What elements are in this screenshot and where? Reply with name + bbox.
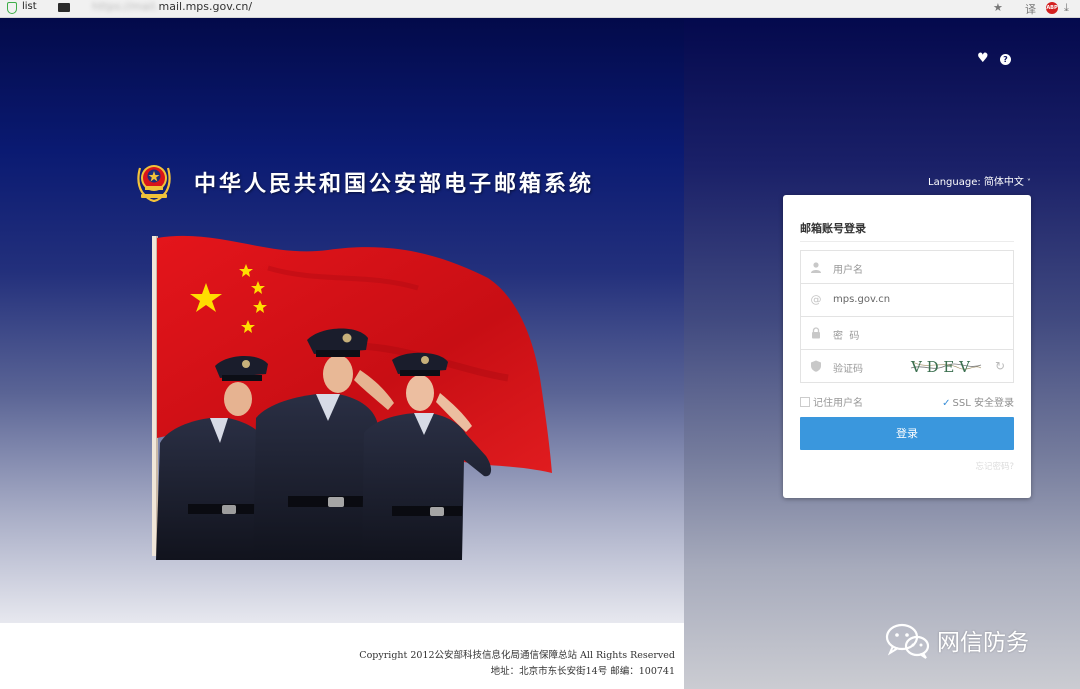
wechat-icon <box>885 623 930 659</box>
chevron-down-icon: ˅ <box>1026 178 1031 187</box>
page-footer: Copyright 2012公安部科技信息化局通信保障总站 All Rights… <box>0 623 684 689</box>
language-value: 简体中文 <box>983 177 1024 188</box>
address-bar[interactable]: https://mail.mail.mps.gov.cn/ <box>92 0 252 13</box>
password-placeholder: 密 码 <box>833 331 860 342</box>
watermark-text: 网信防务 <box>937 630 1029 656</box>
captcha-image[interactable]: V D E V <box>909 354 983 378</box>
login-card: 邮箱账号登录 用户名 @ mps.gov.cn 密 码 验证码 V D E V … <box>783 195 1031 498</box>
check-icon: ✓ <box>942 398 951 409</box>
lock-icon <box>812 327 820 339</box>
username-input[interactable]: 用户名 <box>800 250 1014 284</box>
login-button[interactable]: 登录 <box>800 417 1014 450</box>
site-title: 中华人民共和国公安部电子邮箱系统 <box>194 172 595 197</box>
hero-flag-officers-image <box>152 235 552 560</box>
adblock-icon[interactable]: ABP <box>1046 2 1058 14</box>
national-police-emblem <box>137 165 171 202</box>
star-icon[interactable]: ★ <box>993 1 1003 14</box>
at-icon: @ <box>810 293 822 306</box>
translate-icon[interactable]: 译 <box>1025 1 1036 17</box>
shield-icon <box>811 360 821 372</box>
domain-value: mps.gov.cn <box>833 294 891 305</box>
bookmark-icon[interactable] <box>58 3 70 12</box>
help-icon[interactable]: ? <box>1000 54 1011 65</box>
ssl-login-toggle[interactable]: ✓ SSL 安全登录 <box>942 394 1014 409</box>
refresh-captcha-icon[interactable]: ↻ <box>995 359 1005 373</box>
browser-toolbar: list https://mail.mail.mps.gov.cn/ ★ 译 A… <box>0 0 1080 18</box>
ssl-label: SSL 安全登录 <box>952 398 1014 409</box>
copyright-text: Copyright 2012公安部科技信息化局通信保障总站 All Rights… <box>359 650 675 661</box>
language-label: Language: <box>928 177 981 188</box>
download-icon[interactable]: ⤓ <box>1064 1 1069 15</box>
captcha-input[interactable]: 验证码 V D E V ↻ <box>800 349 1014 383</box>
divider <box>800 241 1014 242</box>
user-icon <box>811 262 821 273</box>
language-selector[interactable]: Language: 简体中文 ˅ <box>928 173 1031 188</box>
username-placeholder: 用户名 <box>833 265 863 276</box>
address-text: 地址：北京市东长安街14号 邮编：100741 <box>490 666 675 677</box>
shield-icon <box>7 2 17 14</box>
tab-label[interactable]: list <box>22 1 37 12</box>
checkbox-icon[interactable] <box>800 397 810 407</box>
forgot-password-link[interactable]: 忘记密码? <box>975 460 1014 472</box>
login-heading: 邮箱账号登录 <box>800 222 866 235</box>
favorite-heart-icon[interactable]: ♥ <box>977 52 989 66</box>
captcha-placeholder: 验证码 <box>833 364 863 375</box>
remember-label: 记住用户名 <box>813 398 863 409</box>
password-input[interactable]: 密 码 <box>800 316 1014 350</box>
captcha-text: V D E V <box>910 358 971 376</box>
domain-field[interactable]: @ mps.gov.cn <box>800 283 1014 317</box>
remember-username-checkbox[interactable]: 记住用户名 <box>800 394 863 409</box>
